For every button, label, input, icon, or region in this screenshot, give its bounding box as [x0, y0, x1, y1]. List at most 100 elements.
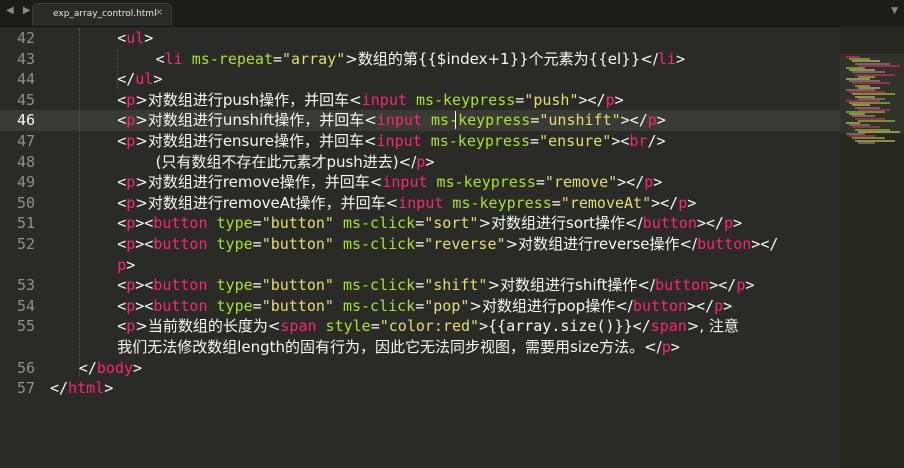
code-token: >< [611, 132, 630, 150]
code-token: > [675, 49, 685, 68]
code-text: <li ms-repeat="array">数组的第{{$index+1}}个元… [156, 49, 685, 70]
code-text: <p>对数组进行remove操作，并回车<input ms-keypress="… [117, 172, 662, 193]
code-token: "button" [261, 235, 334, 253]
code-line[interactable]: 54 <p><button type="button" ms-click="pop… [0, 296, 840, 317]
code-token: > [745, 276, 755, 295]
code-line[interactable]: 55 <p>当前数组的长度为<span style="color:red">{{a… [0, 316, 840, 337]
code-token: body [96, 358, 133, 377]
code-line[interactable]: 我们无法修改数组length的固有行为，因此它无法同步视图，需要用size方法。… [0, 337, 840, 358]
text-caret [455, 111, 456, 130]
tab-title: exp_array_control.html [53, 9, 157, 19]
line-number: 51 [16, 214, 35, 233]
code-token: >对数组进行sort操作</ [478, 214, 643, 233]
code-line[interactable]: 56 </body> [0, 358, 840, 379]
code-line[interactable]: 46 <p>对数组进行unshift操作，并回车<input ms-keypres… [0, 110, 840, 131]
code-token: "push" [524, 90, 579, 109]
minimap[interactable] [840, 26, 904, 468]
code-token: < [117, 29, 127, 47]
code-line[interactable]: 49 <p>对数组进行remove操作，并回车<input ms-keypress… [0, 172, 840, 193]
code-token: ></ [578, 90, 606, 109]
code-token: p [126, 214, 136, 233]
tab-nav-arrows-icon[interactable]: ◀ ▶ [6, 5, 34, 16]
tab-overflow-icon[interactable]: ▼ [891, 6, 898, 16]
code-token: = [252, 296, 262, 315]
code-line[interactable]: 57 </html> [0, 378, 840, 399]
code-token: >< [135, 235, 154, 253]
code-line[interactable]: 52 <p><button type="button" ms-click="rev… [0, 234, 840, 255]
code-token: "shift" [424, 276, 488, 295]
code-line[interactable]: 51 <p><button type="button" ms-click="sor… [0, 213, 840, 234]
code-token: span [280, 317, 317, 336]
code-line[interactable]: 43 <li ms-repeat="array">数组的第{{$index+1}}… [0, 49, 840, 70]
code-line[interactable]: 47 <p>对数组进行ensure操作，并回车<input ms-keypress… [0, 131, 840, 152]
code-token: > [153, 70, 163, 89]
code-token: type [216, 296, 253, 315]
code-token: >, 注意 [686, 317, 739, 336]
code-token: > [614, 90, 624, 109]
code-token: "ensure" [539, 132, 612, 150]
code-text: </body> [79, 358, 142, 379]
code-line[interactable]: 48 (只有数组不存在此元素才push进去)</p> [0, 152, 840, 173]
code-line[interactable]: 53 <p><button type="button" ms-click="shi… [0, 275, 840, 296]
code-token: >对数组进行ensure操作，并回车< [135, 132, 377, 150]
code-token: span [650, 317, 687, 336]
line-number: 57 [16, 379, 35, 398]
code-token: ></ [617, 173, 645, 192]
code-line[interactable]: 42 <ul> [0, 28, 840, 49]
code-editor[interactable]: 42 <ul> 43 <li ms-repeat="array">数组的第{{$ind… [0, 26, 840, 468]
code-token: = [415, 296, 425, 315]
code-token: br [629, 132, 648, 150]
code-token: < [117, 132, 127, 150]
tab-exp-array-control[interactable]: exp_array_control.html × [32, 3, 172, 26]
code-line[interactable]: 45 <p>对数组进行push操作，并回车<input ms-keypress="… [0, 90, 840, 111]
code-text: <p><button type="button" ms-click="pop">… [117, 296, 732, 317]
code-line[interactable]: p> [0, 255, 840, 276]
code-token: p [126, 276, 136, 295]
line-number: 50 [16, 193, 35, 212]
code-token: button [655, 276, 710, 295]
code-token: = [252, 276, 262, 295]
line-number: 56 [16, 358, 35, 377]
code-token: button [153, 214, 208, 233]
code-token: ></ [687, 296, 715, 315]
code-token: input [382, 173, 428, 192]
code-token: > [132, 358, 143, 377]
code-token: ms-click [342, 235, 416, 253]
line-number: 54 [16, 296, 35, 315]
code-token: p [126, 193, 136, 212]
code-text: <p>当前数组的长度为<span style="color:red">{{arr… [117, 316, 739, 337]
code-token: ></ [620, 111, 648, 130]
code-token: > [104, 379, 114, 398]
code-token: < [117, 90, 127, 109]
code-text: <p><button type="button" ms-click="rever… [117, 234, 778, 255]
code-token: < [117, 296, 127, 315]
code-token: = [535, 173, 545, 192]
code-token: = [415, 276, 425, 295]
code-text: (只有数组不存在此元素才push进去)</p> [156, 152, 435, 173]
code-token: p [126, 317, 136, 336]
line-number: 52 [16, 235, 35, 253]
code-token: p [723, 214, 733, 233]
code-token: "button" [261, 296, 334, 315]
code-token: button [153, 276, 208, 295]
code-token: input [376, 132, 422, 150]
code-text: <p>对数组进行ensure操作，并回车<input ms-keypress="… [117, 131, 665, 152]
code-token: >对数组进行push操作，并回车< [135, 90, 362, 109]
code-line[interactable]: 44 </ul> [0, 69, 840, 90]
code-token: >< [135, 296, 154, 315]
code-token: < [117, 111, 127, 130]
code-token: = [370, 317, 380, 336]
code-token: ></ [651, 193, 679, 212]
code-token: < [117, 214, 127, 233]
code-line[interactable]: 50 <p>对数组进行removeAt操作，并回车<input ms-keypre… [0, 193, 840, 214]
code-token: p [126, 296, 136, 315]
line-number: 49 [16, 173, 35, 192]
close-icon[interactable]: × [155, 7, 163, 18]
code-text: <p>对数组进行unshift操作，并回车<input ms-keypress=… [117, 110, 666, 131]
code-token: p [714, 296, 724, 315]
code-text: <p>对数组进行removeAt操作，并回车<input ms-keypress… [117, 193, 696, 214]
code-token: p [661, 338, 671, 356]
